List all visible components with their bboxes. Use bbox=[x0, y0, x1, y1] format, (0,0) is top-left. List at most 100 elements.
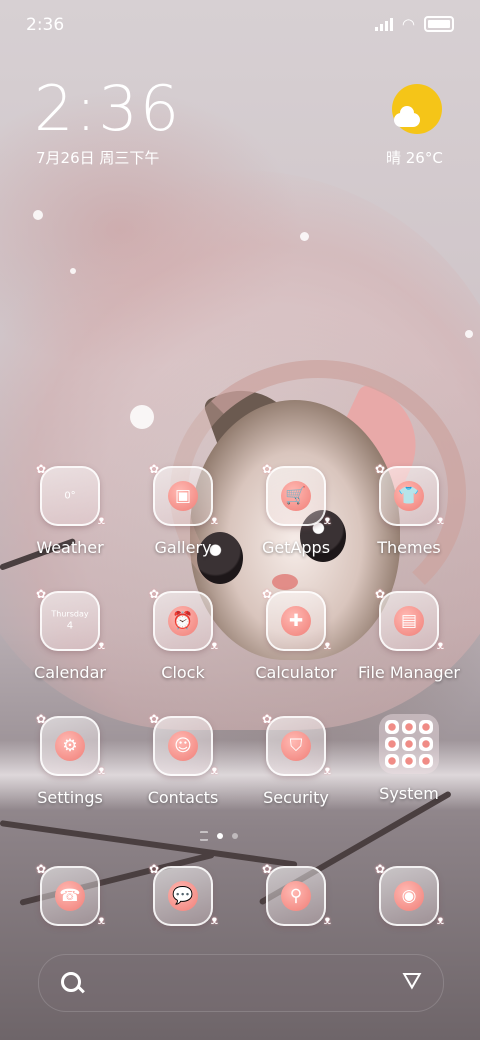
app-label: Calculator bbox=[255, 663, 337, 682]
contacts-icon: ✿ ☺ ᴥ bbox=[149, 712, 218, 777]
flower-decoration-icon: ✿ bbox=[36, 462, 47, 476]
weather-widget-text[interactable]: 晴 26°C bbox=[386, 147, 443, 168]
search-icon[interactable] bbox=[61, 972, 81, 992]
chat-glyph: 💬 bbox=[168, 881, 198, 911]
wallpaper-branch bbox=[0, 820, 298, 868]
cat-decoration-icon: ᴥ bbox=[210, 913, 218, 927]
app-security[interactable]: ✿ ⛉ ᴥ Security bbox=[240, 712, 352, 807]
app-contacts[interactable]: ✿ ☺ ᴥ Contacts bbox=[127, 712, 239, 807]
calendar-number: 4 bbox=[66, 620, 74, 632]
dock-camera[interactable]: ✿ ◉ ᴥ bbox=[353, 862, 465, 927]
cat-decoration-icon: ᴥ bbox=[323, 513, 331, 527]
flower-decoration-icon: ✿ bbox=[149, 862, 160, 876]
app-label: Gallery bbox=[154, 538, 212, 557]
app-label: Settings bbox=[37, 788, 103, 807]
security-icon: ✿ ⛉ ᴥ bbox=[262, 712, 331, 777]
app-label: Weather bbox=[36, 538, 104, 557]
app-label: Themes bbox=[377, 538, 441, 557]
flower-decoration-icon: ✿ bbox=[375, 862, 386, 876]
app-label: Calendar bbox=[34, 663, 106, 682]
app-weather[interactable]: ✿ 0° ᴥ Weather bbox=[14, 462, 126, 557]
app-gallery[interactable]: ✿ ▣ ᴥ Gallery bbox=[127, 462, 239, 557]
shield-glyph: ⛉ bbox=[281, 731, 311, 761]
wifi-icon: ◠ bbox=[401, 15, 415, 33]
app-label: GetApps bbox=[261, 538, 331, 557]
gallery-glyph: ▣ bbox=[168, 481, 198, 511]
app-file-manager[interactable]: ✿ ▤ ᴥ File Manager bbox=[353, 587, 465, 682]
cat-decoration-icon: ᴥ bbox=[97, 638, 105, 652]
flower-decoration-icon: ✿ bbox=[36, 587, 47, 601]
flower-decoration-icon: ✿ bbox=[262, 587, 273, 601]
flower-decoration-icon: ✿ bbox=[375, 587, 386, 601]
cat-decoration-icon: ᴥ bbox=[97, 513, 105, 527]
cat-decoration-icon: ᴥ bbox=[210, 513, 218, 527]
messages-icon: ✿ 💬 ᴥ bbox=[149, 862, 218, 927]
cat-decoration-icon: ᴥ bbox=[436, 638, 444, 652]
flower-decoration-icon: ✿ bbox=[262, 462, 273, 476]
wallpaper-snowflake bbox=[465, 330, 473, 338]
app-themes[interactable]: ✿ 👕 ᴥ Themes bbox=[353, 462, 465, 557]
flower-decoration-icon: ✿ bbox=[36, 712, 47, 726]
cat-decoration-icon: ᴥ bbox=[210, 763, 218, 777]
file-manager-icon: ✿ ▤ ᴥ bbox=[375, 587, 444, 652]
cart-glyph: 🛒 bbox=[281, 481, 311, 511]
flower-decoration-icon: ✿ bbox=[149, 462, 160, 476]
app-label: Clock bbox=[161, 663, 205, 682]
wallpaper-snowflake bbox=[33, 210, 43, 220]
cat-decoration-icon: ᴥ bbox=[323, 638, 331, 652]
weather-icon: ✿ 0° ᴥ bbox=[36, 462, 105, 527]
dock-messages[interactable]: ✿ 💬 ᴥ bbox=[127, 862, 239, 927]
getapps-icon: ✿ 🛒 ᴥ bbox=[262, 462, 331, 527]
status-bar: 2:36 ◠ bbox=[0, 0, 480, 50]
shirt-glyph: 👕 bbox=[394, 481, 424, 511]
cat-decoration-icon: ᴥ bbox=[97, 913, 105, 927]
signal-icon bbox=[374, 17, 393, 31]
app-calculator[interactable]: ✿ ✚ ᴥ Calculator bbox=[240, 587, 352, 682]
flower-decoration-icon: ✿ bbox=[375, 462, 386, 476]
alarm-glyph: ⏰ bbox=[168, 606, 198, 636]
camera-glyph: ◉ bbox=[394, 881, 424, 911]
phone-icon: ✿ ☎ ᴥ bbox=[36, 862, 105, 927]
folder-system[interactable]: System bbox=[353, 714, 465, 803]
flower-decoration-icon: ✿ bbox=[149, 712, 160, 726]
folder-label: System bbox=[379, 784, 439, 803]
cloud-icon bbox=[394, 106, 420, 127]
browser-icon: ✿ ⚲ ᴥ bbox=[262, 862, 331, 927]
app-getapps[interactable]: ✿ 🛒 ᴥ GetApps bbox=[240, 462, 352, 557]
plus-glyph: ✚ bbox=[281, 606, 311, 636]
settings-icon: ✿ ⚙ ᴥ bbox=[36, 712, 105, 777]
cat-decoration-icon: ᴥ bbox=[323, 913, 331, 927]
app-label: Contacts bbox=[147, 788, 219, 807]
page-indicator-dot bbox=[232, 833, 238, 839]
camera-icon: ✿ ◉ ᴥ bbox=[375, 862, 444, 927]
dock-browser[interactable]: ✿ ⚲ ᴥ bbox=[240, 862, 352, 927]
assistant-icon[interactable]: ⛛ bbox=[399, 968, 425, 994]
gallery-icon: ✿ ▣ ᴥ bbox=[149, 462, 218, 527]
flower-decoration-icon: ✿ bbox=[262, 712, 273, 726]
dock-phone[interactable]: ✿ ☎ ᴥ bbox=[14, 862, 126, 927]
cat-decoration-icon: ᴥ bbox=[210, 638, 218, 652]
app-calendar[interactable]: ✿ Thursday 4 ᴥ Calendar bbox=[14, 587, 126, 682]
flower-decoration-icon: ✿ bbox=[262, 862, 273, 876]
clock-widget-time[interactable]: 2:36 bbox=[34, 78, 181, 140]
weather-icon-temp: 0° bbox=[64, 490, 76, 502]
wallpaper-snowflake bbox=[300, 232, 309, 241]
cat-decoration-icon: ᴥ bbox=[436, 913, 444, 927]
status-time: 2:36 bbox=[26, 15, 65, 35]
cat-decoration-icon: ᴥ bbox=[323, 763, 331, 777]
clock-widget-date[interactable]: 7月26日 周三下午 bbox=[36, 147, 159, 168]
app-clock[interactable]: ✿ ⏰ ᴥ Clock bbox=[127, 587, 239, 682]
browser-glyph: ⚲ bbox=[281, 881, 311, 911]
gear-glyph: ⚙ bbox=[55, 731, 85, 761]
person-glyph: ☺ bbox=[168, 731, 198, 761]
search-bar[interactable]: ⛛ bbox=[38, 954, 444, 1012]
app-settings[interactable]: ✿ ⚙ ᴥ Settings bbox=[14, 712, 126, 807]
wallpaper-snowflake bbox=[70, 268, 76, 274]
wallpaper-cat-nose bbox=[272, 574, 298, 590]
flower-decoration-icon: ✿ bbox=[36, 862, 47, 876]
app-label: File Manager bbox=[358, 663, 460, 682]
wallpaper-snowflake bbox=[130, 405, 154, 429]
page-indicator[interactable] bbox=[200, 831, 238, 841]
flower-decoration-icon: ✿ bbox=[149, 587, 160, 601]
app-label: Security bbox=[263, 788, 329, 807]
